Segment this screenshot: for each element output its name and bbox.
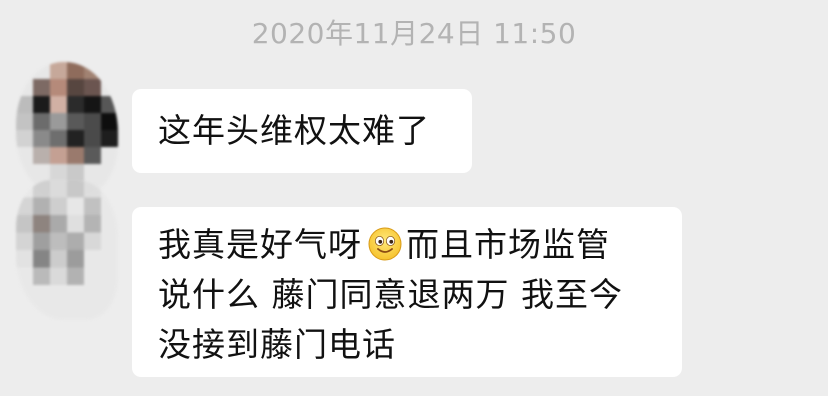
avatar[interactable] — [16, 62, 118, 198]
message-line-3: 没接到藤门电话 — [158, 325, 396, 364]
avatar[interactable] — [16, 180, 118, 320]
message-text: 而且市场监管 — [406, 225, 610, 264]
message-line-2: 说什么 藤门同意退两万 我至今 — [158, 275, 623, 314]
message-bubble[interactable]: 这年头维权太难了 — [132, 89, 472, 173]
message-text: 我真是好气呀 — [158, 225, 362, 264]
chat-timestamp: 2020年11月24日 11:50 — [251, 17, 577, 50]
message-line-1: 我真是好气呀 而且市场监管 — [158, 220, 660, 270]
message-text: 这年头维权太难了 — [158, 111, 430, 150]
smiling-face-icon — [368, 227, 402, 261]
message-bubble[interactable]: 我真是好气呀 而且市场监管 说什么 藤门同意退两万 我至今 没接到藤门电话 — [132, 207, 682, 377]
